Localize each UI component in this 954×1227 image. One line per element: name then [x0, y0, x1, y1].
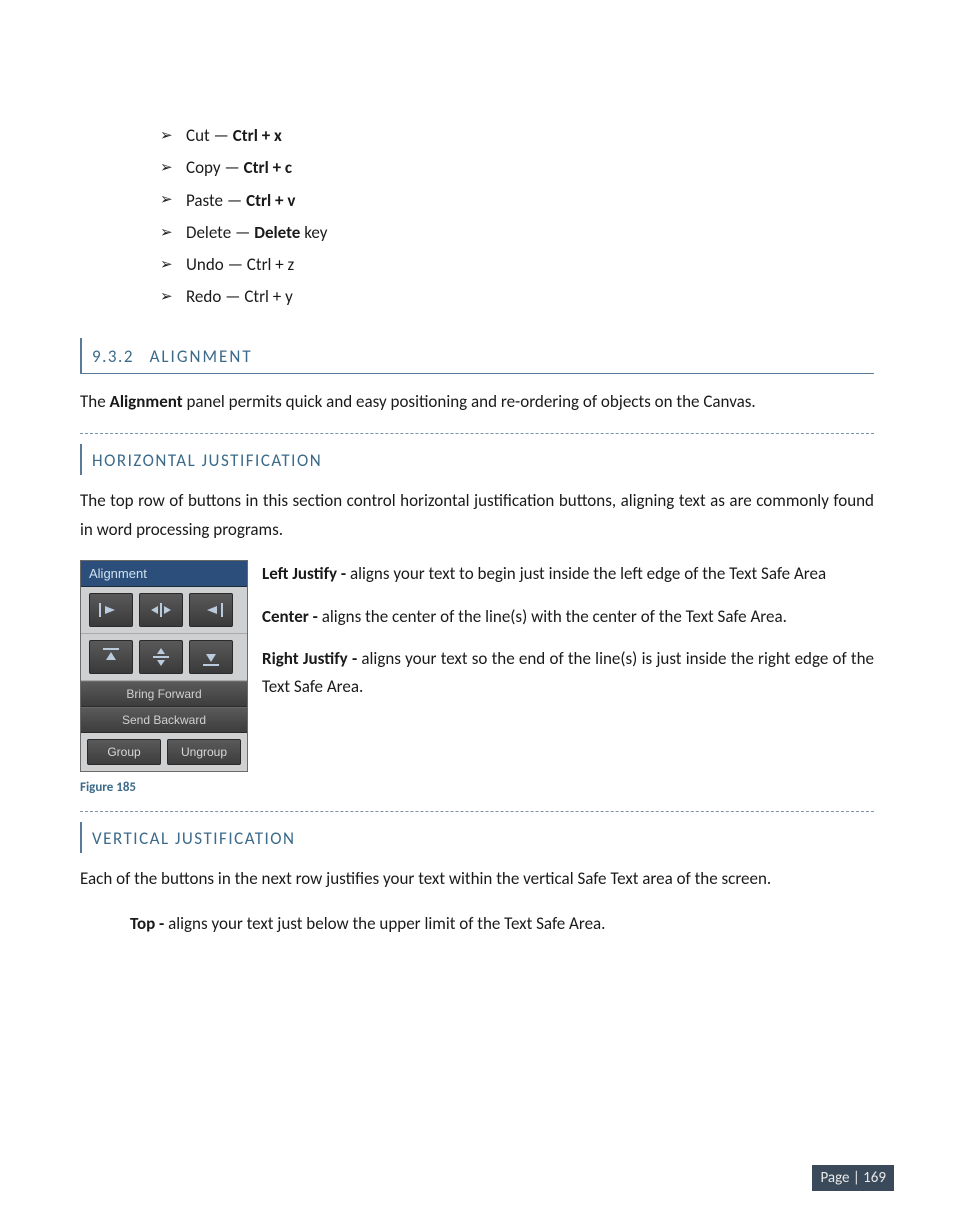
align-left-icon — [97, 601, 125, 619]
center-desc: Center - aligns the center of the line(s… — [262, 603, 874, 631]
divider: HORIZONTAL JUSTIFICATION — [80, 433, 874, 475]
bullet-icon: ➢ — [160, 219, 186, 248]
divider: VERTICAL JUSTIFICATION — [80, 811, 874, 853]
bullet-icon: ➢ — [160, 251, 186, 280]
align-center-icon — [147, 601, 175, 619]
group-row: Group Ungroup — [81, 733, 247, 771]
align-middle-button[interactable] — [139, 640, 183, 674]
vertical-align-row — [81, 634, 247, 681]
top-desc: Top - aligns your text just below the up… — [80, 910, 874, 939]
list-item: ➢ Paste — Ctrl + v — [160, 185, 874, 217]
section-title: ALIGNMENT — [150, 346, 253, 367]
shortcut-text: Redo — Ctrl + y — [186, 281, 293, 313]
list-item: ➢ Delete — Delete key — [160, 217, 874, 249]
panel-title: Alignment — [81, 561, 247, 587]
section-body: The Alignment panel permits quick and ea… — [80, 388, 874, 417]
subsection-heading: HORIZONTAL JUSTIFICATION — [80, 444, 874, 475]
shortcut-text: Delete — Delete key — [186, 217, 327, 249]
list-item: ➢ Redo — Ctrl + y — [160, 281, 874, 313]
list-item: ➢ Cut — Ctrl + x — [160, 120, 874, 152]
subsection-heading: VERTICAL JUSTIFICATION — [80, 822, 874, 853]
align-bottom-icon — [201, 646, 221, 668]
shortcut-text: Paste — Ctrl + v — [186, 185, 295, 217]
figure-caption: Figure 185 — [80, 780, 874, 795]
list-item: ➢ Undo — Ctrl + z — [160, 249, 874, 281]
align-top-button[interactable] — [89, 640, 133, 674]
bullet-icon: ➢ — [160, 154, 186, 183]
list-item: ➢ Copy — Ctrl + c — [160, 152, 874, 184]
group-button[interactable]: Group — [87, 739, 161, 765]
send-backward-button[interactable]: Send Backward — [81, 707, 247, 733]
shortcut-text: Cut — Ctrl + x — [186, 120, 282, 152]
right-justify-desc: Right Justify - aligns your text so the … — [262, 645, 874, 701]
horizontal-align-row — [81, 587, 247, 634]
section-heading: 9.3.2 ALIGNMENT — [80, 338, 874, 374]
align-middle-icon — [151, 646, 171, 668]
shortcut-list: ➢ Cut — Ctrl + x ➢ Copy — Ctrl + c ➢ Pas… — [80, 120, 874, 314]
left-justify-desc: Left Justify - aligns your text to begin… — [262, 560, 874, 588]
bullet-icon: ➢ — [160, 186, 186, 215]
align-left-button[interactable] — [89, 593, 133, 627]
align-right-icon — [197, 601, 225, 619]
page-footer: Page | 169 — [812, 1168, 894, 1187]
page-number: Page | 169 — [812, 1165, 894, 1191]
panel-and-description: Alignment — [80, 560, 874, 772]
align-center-button[interactable] — [139, 593, 183, 627]
align-right-button[interactable] — [189, 593, 233, 627]
section-number: 9.3.2 — [92, 346, 134, 367]
shortcut-text: Undo — Ctrl + z — [186, 249, 294, 281]
bullet-icon: ➢ — [160, 122, 186, 151]
bring-forward-button[interactable]: Bring Forward — [81, 681, 247, 707]
align-top-icon — [101, 646, 121, 668]
description-column: Left Justify - aligns your text to begin… — [262, 560, 874, 714]
ungroup-button[interactable]: Ungroup — [167, 739, 241, 765]
horizontal-intro: The top row of buttons in this section c… — [80, 487, 874, 545]
shortcut-text: Copy — Ctrl + c — [186, 152, 292, 184]
align-bottom-button[interactable] — [189, 640, 233, 674]
subsection-title: HORIZONTAL JUSTIFICATION — [92, 450, 322, 471]
subsection-title: VERTICAL JUSTIFICATION — [92, 828, 296, 849]
bullet-icon: ➢ — [160, 283, 186, 312]
alignment-panel: Alignment — [80, 560, 248, 772]
vertical-intro: Each of the buttons in the next row just… — [80, 865, 874, 894]
